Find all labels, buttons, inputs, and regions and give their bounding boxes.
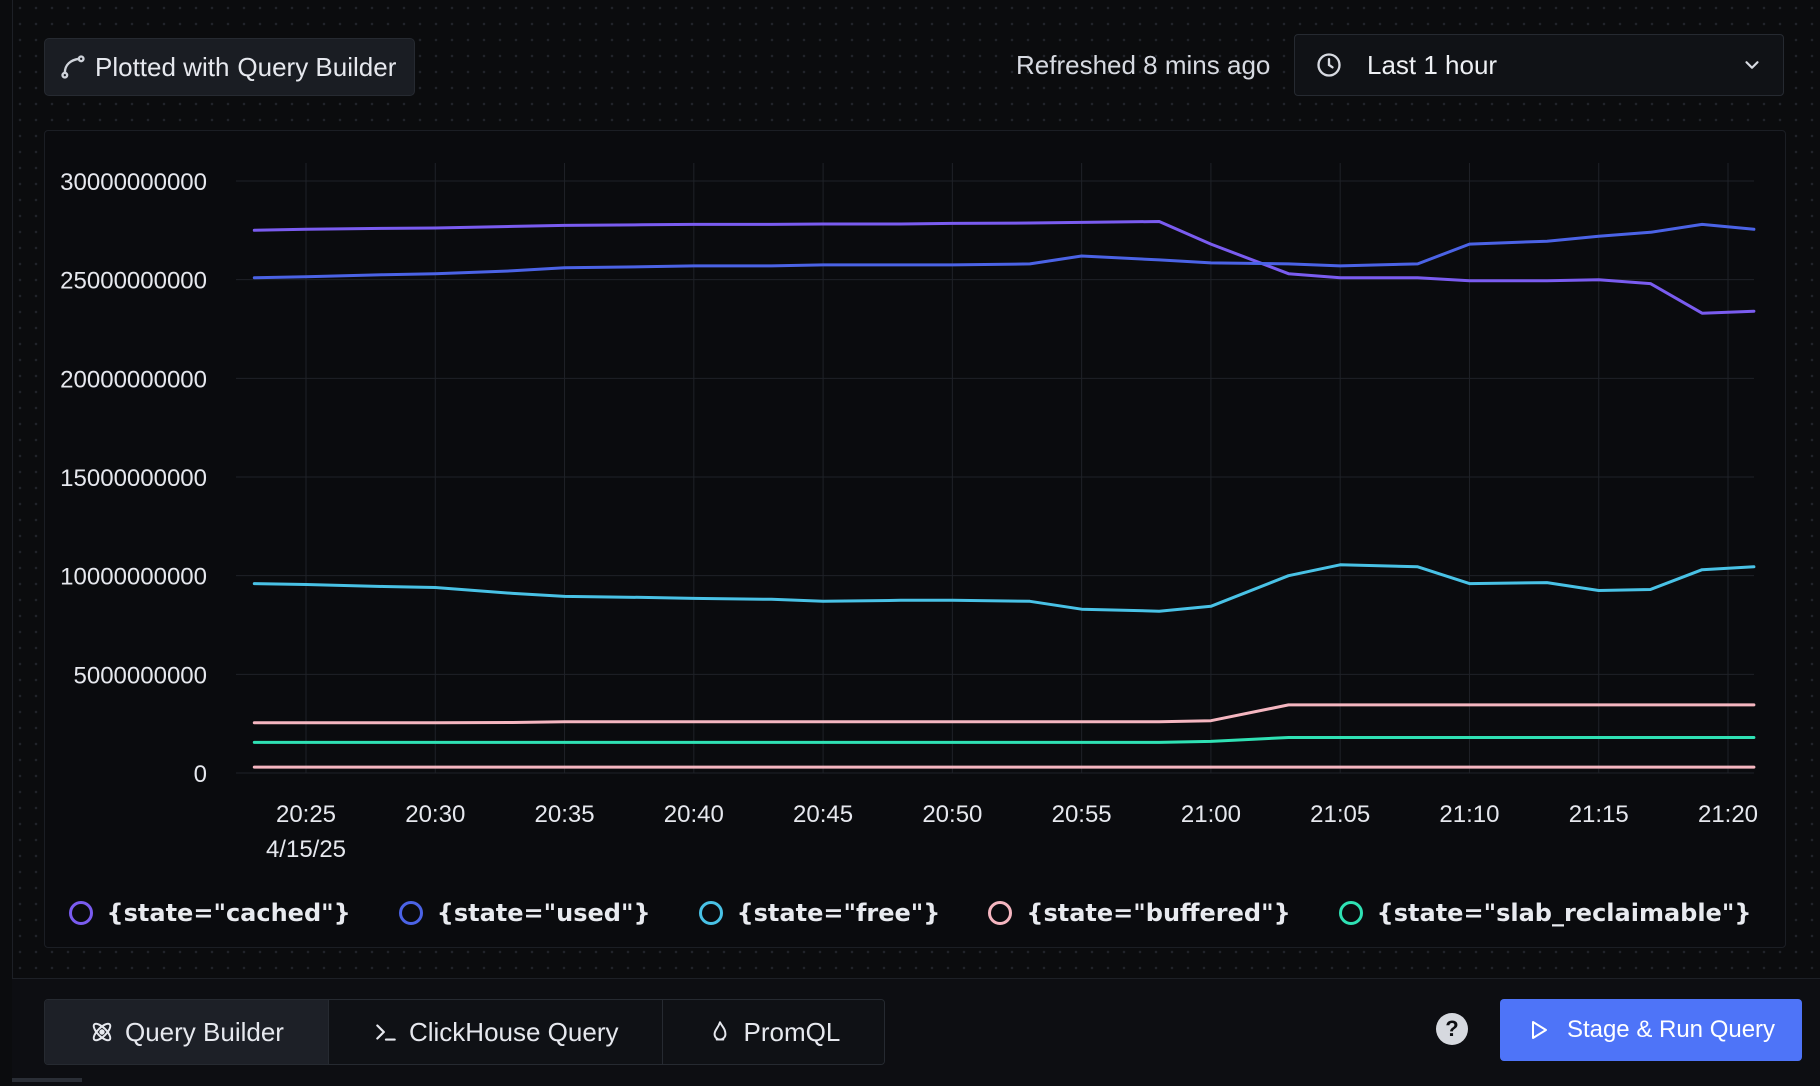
- y-tick-label: 30000000000: [60, 169, 207, 196]
- x-tick-label: 21:10: [1439, 801, 1499, 828]
- terminal-icon: [376, 1024, 396, 1041]
- x-tick-label: 20:55: [1052, 801, 1112, 828]
- series-line: [252, 222, 1756, 280]
- x-tick-label: 21:15: [1569, 801, 1629, 828]
- legend-label: {state="used"}: [436, 899, 651, 927]
- tab-query-builder[interactable]: Query Builder: [45, 1000, 329, 1064]
- legend-item[interactable]: {state="slab_reclaimable"}: [1338, 899, 1752, 927]
- chart-legend: {state="cached"} {state="used"} {state="fr…: [0, 883, 1820, 943]
- y-tick-label: 5000000000: [74, 662, 207, 689]
- series-line: [252, 220, 1756, 315]
- x-date-label: 4/15/25: [266, 836, 346, 863]
- resize-indicator: [12, 1078, 82, 1082]
- x-tick-label: 21:00: [1181, 801, 1241, 828]
- x-tick-label: 20:30: [405, 801, 465, 828]
- x-tick-label: 20:35: [535, 801, 595, 828]
- legend-label: {state="free"}: [736, 899, 941, 927]
- y-tick-label: 0: [194, 761, 207, 788]
- tab-clickhouse-query[interactable]: ClickHouse Query: [328, 1000, 664, 1064]
- x-tick-label: 20:45: [793, 801, 853, 828]
- legend-label: {state="slab_reclaimable"}: [1376, 899, 1752, 927]
- y-tick-label: 10000000000: [60, 564, 207, 591]
- legend-item[interactable]: {state="used"}: [398, 899, 651, 927]
- y-tick-label: 20000000000: [60, 366, 207, 393]
- x-tick-label: 20:40: [664, 801, 724, 828]
- x-tick-label: 20:25: [276, 801, 336, 828]
- run-button-label: Stage & Run Query: [1566, 1016, 1776, 1043]
- x-tick-label: 21:20: [1698, 801, 1758, 828]
- series-line: [252, 703, 1756, 725]
- legend-item[interactable]: {state="buffered"}: [988, 899, 1291, 927]
- legend-item[interactable]: {state="free"}: [698, 899, 941, 927]
- legend-swatch-icon: [1338, 901, 1363, 925]
- legend-label: {state="buffered"}: [1026, 899, 1291, 927]
- play-icon: [1531, 1021, 1547, 1039]
- y-tick-label: 25000000000: [60, 268, 207, 295]
- series-line: [252, 736, 1756, 744]
- legend-swatch-icon: [698, 901, 723, 925]
- legend-swatch-icon: [988, 901, 1013, 925]
- tab-label: ClickHouse Query: [408, 1016, 619, 1047]
- tab-label: PromQL: [743, 1016, 841, 1047]
- stage-and-run-query-button[interactable]: Stage & Run Query: [1500, 999, 1802, 1061]
- legend-swatch-icon: [68, 901, 93, 925]
- query-type-tabs: Query Builder ClickHouse Query PromQL: [44, 999, 886, 1065]
- memory-usage-chart: 30000000000 25000000000 20000000000 1500000…: [60, 163, 1758, 863]
- query-bottom-bar: Query Builder ClickHouse Query PromQL ? …: [12, 978, 1820, 1086]
- help-button[interactable]: ?: [1436, 1013, 1468, 1045]
- legend-label: {state="cached"}: [106, 899, 351, 927]
- legend-item[interactable]: {state="cached"}: [68, 899, 351, 927]
- series-line: [252, 563, 1756, 613]
- x-tick-label: 20:50: [922, 801, 982, 828]
- tab-promql[interactable]: PromQL: [663, 1000, 885, 1064]
- tab-label: Query Builder: [125, 1016, 284, 1047]
- x-tick-label: 21:05: [1310, 801, 1370, 828]
- legend-swatch-icon: [398, 901, 423, 925]
- y-tick-label: 15000000000: [60, 465, 207, 492]
- flame-icon: [714, 1021, 727, 1041]
- atom-icon: [92, 1022, 112, 1042]
